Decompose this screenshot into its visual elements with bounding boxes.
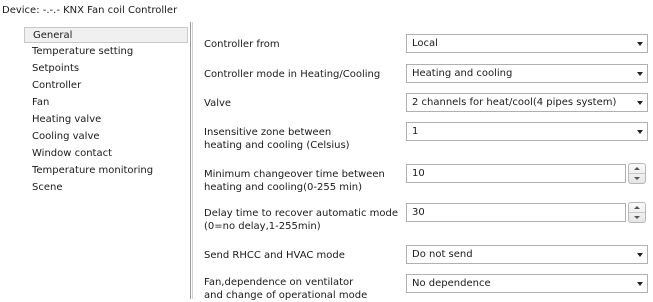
min-changeover-spinner[interactable] <box>628 163 646 184</box>
sidebar-item-scene[interactable]: Scene <box>32 180 63 196</box>
insensitive-zone-value: 1 <box>412 126 419 137</box>
sidebar-item-temperature-monitoring[interactable]: Temperature monitoring <box>32 163 153 179</box>
sidebar-item-heating-valve[interactable]: Heating valve <box>32 112 101 128</box>
decrement-button[interactable] <box>629 174 645 183</box>
device-title: Device: -.-.- KNX Fan coil Controller <box>2 5 178 16</box>
arrow-down-icon <box>634 216 640 219</box>
chevron-down-icon <box>637 253 643 257</box>
param-label-controller-mode: Controller mode in Heating/Cooling <box>204 69 381 80</box>
sidebar: General Temperature setting Setpoints Co… <box>2 22 191 299</box>
param-label-send-rhcc: Send RHCC and HVAC mode <box>204 250 345 261</box>
param-label-delay-time: Delay time to recover automatic mode (0=… <box>204 207 404 233</box>
insensitive-zone-select[interactable]: 1 <box>406 122 648 141</box>
increment-button[interactable] <box>629 203 645 213</box>
sidebar-item-general[interactable]: General <box>24 27 188 43</box>
param-label-min-changeover-text: Minimum changeover time between heating … <box>204 169 385 193</box>
param-label-min-changeover: Minimum changeover time between heating … <box>204 168 404 194</box>
decrement-button[interactable] <box>629 213 645 222</box>
chevron-down-icon <box>637 42 643 46</box>
sidebar-item-controller[interactable]: Controller <box>32 78 81 94</box>
sidebar-item-temperature-setting[interactable]: Temperature setting <box>32 44 133 60</box>
delay-time-input[interactable]: 30 <box>406 203 626 222</box>
arrow-up-icon <box>634 167 640 170</box>
arrow-down-icon <box>634 177 640 180</box>
controller-from-select[interactable]: Local <box>406 34 648 53</box>
delay-time-spinner[interactable] <box>628 202 646 223</box>
controller-mode-select[interactable]: Heating and cooling <box>406 64 648 83</box>
min-changeover-input[interactable]: 10 <box>406 164 626 183</box>
param-label-fan-dependence-text: Fan,dependence on ventilator and change … <box>204 277 368 301</box>
arrow-up-icon <box>634 206 640 209</box>
controller-mode-value: Heating and cooling <box>412 68 513 79</box>
delay-time-value: 30 <box>412 207 425 218</box>
min-changeover-value: 10 <box>412 168 425 179</box>
chevron-down-icon <box>637 282 643 286</box>
valve-value: 2 channels for heat/cool(4 pipes system) <box>412 97 617 108</box>
chevron-down-icon <box>637 130 643 134</box>
panel-divider <box>192 22 193 299</box>
param-label-controller-from: Controller from <box>204 39 280 50</box>
valve-select[interactable]: 2 channels for heat/cool(4 pipes system) <box>406 93 648 112</box>
sidebar-item-cooling-valve[interactable]: Cooling valve <box>32 129 100 145</box>
fan-dependence-select[interactable]: No dependence <box>406 274 648 293</box>
increment-button[interactable] <box>629 164 645 174</box>
controller-from-value: Local <box>412 38 438 49</box>
sidebar-item-window-contact[interactable]: Window contact <box>32 146 112 162</box>
send-rhcc-select[interactable]: Do not send <box>406 245 648 264</box>
sidebar-item-setpoints[interactable]: Setpoints <box>32 61 79 77</box>
sidebar-item-fan[interactable]: Fan <box>32 95 49 111</box>
fan-dependence-value: No dependence <box>412 278 491 289</box>
param-label-fan-dependence: Fan,dependence on ventilator and change … <box>204 276 404 302</box>
send-rhcc-value: Do not send <box>412 249 473 260</box>
chevron-down-icon <box>637 72 643 76</box>
param-label-insensitive-zone-text: Insensitive zone between heating and coo… <box>204 127 350 151</box>
param-label-valve: Valve <box>204 98 232 109</box>
param-label-delay-time-text: Delay time to recover automatic mode (0=… <box>204 208 398 232</box>
chevron-down-icon <box>637 101 643 105</box>
param-label-insensitive-zone: Insensitive zone between heating and coo… <box>204 126 404 152</box>
